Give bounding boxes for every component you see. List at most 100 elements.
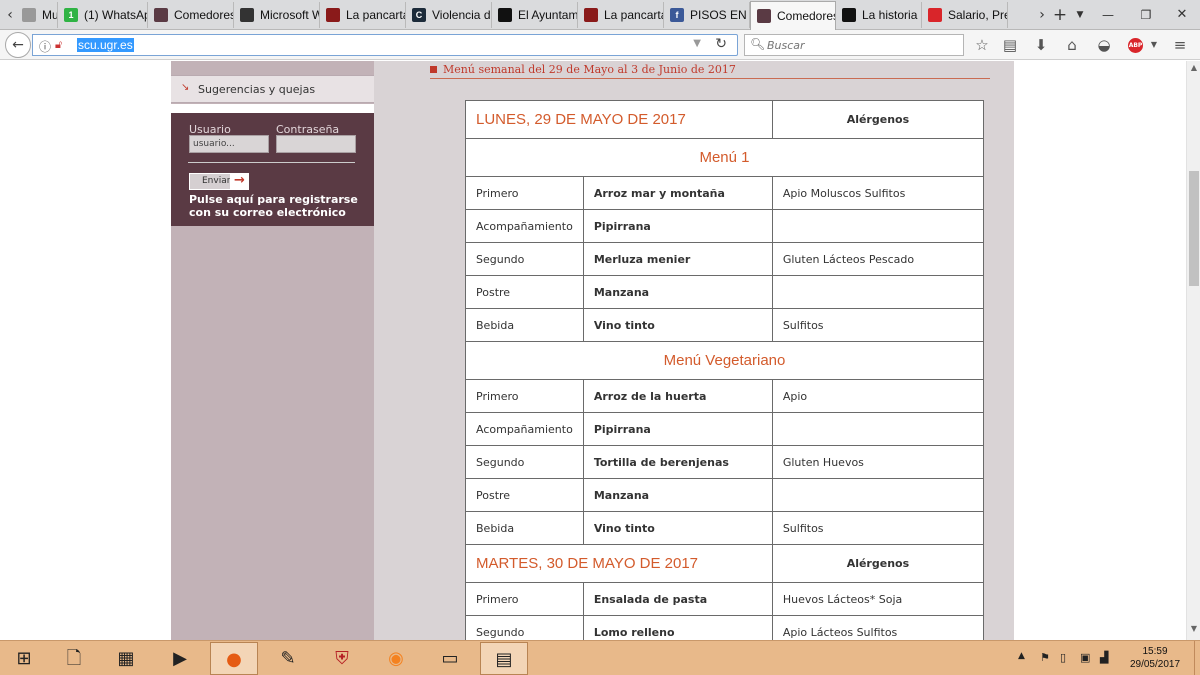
title-bullet-icon — [430, 66, 437, 73]
url-text[interactable]: scu.ugr.es — [77, 38, 134, 52]
username-field[interactable]: usuario... — [189, 135, 269, 153]
tab-label: Comedores — [777, 9, 836, 23]
tab-favicon-icon: f — [670, 8, 684, 22]
page-title-text: Menú semanal del 29 de Mayo al 3 de Juni… — [443, 63, 736, 76]
downloads-icon[interactable]: ⬇ — [1031, 36, 1051, 54]
allergens-header: Alérgenos — [771, 100, 985, 139]
allergens-cell — [771, 275, 985, 309]
dish-cell: Manzana — [582, 478, 773, 512]
notepad-icon[interactable]: ▤ — [480, 642, 528, 675]
tab-4[interactable]: Microsoft W — [234, 2, 320, 28]
dish-cell: Arroz mar y montaña — [582, 176, 773, 210]
reading-list-icon[interactable]: ▤ — [1000, 36, 1020, 54]
course-cell: Acompañamiento — [465, 412, 584, 446]
day-header-row: MARTES, 30 DE MAYO DE 2017 Alérgenos — [465, 544, 985, 583]
url-history-dropdown-icon[interactable]: ▼ — [693, 38, 701, 49]
monitor-icon[interactable]: ▣ — [1080, 651, 1090, 664]
url-bar[interactable]: ⓘ 🔓︎ scu.ugr.es ▼ ↻ — [32, 34, 738, 56]
sidebar-item-suggestions[interactable]: ↘ Sugerencias y quejas — [171, 75, 374, 103]
tab-label: Comedores — [174, 8, 234, 22]
dish-cell: Vino tinto — [582, 511, 773, 545]
scroll-up-icon[interactable]: ▲ — [1187, 63, 1200, 77]
allergens-cell: Gluten Huevos — [771, 445, 985, 479]
search-bar[interactable]: 🔍︎ — [744, 34, 964, 56]
course-cell: Segundo — [465, 242, 584, 276]
allergens-header: Alérgenos — [771, 544, 985, 583]
site-info-icon[interactable]: ⓘ — [39, 38, 51, 55]
adblock-dropdown-icon[interactable]: ▼ — [1144, 36, 1164, 54]
document-app-icon[interactable]: 🗋︎ — [50, 642, 98, 675]
avast-icon[interactable]: ◉ — [372, 642, 420, 675]
tabs-scroll-right-icon[interactable]: › — [1032, 4, 1052, 26]
back-button[interactable]: ← — [5, 32, 31, 58]
file-explorer-icon[interactable]: ▦ — [102, 642, 150, 675]
register-link[interactable]: Pulse aquí para registrarse con su corre… — [189, 193, 369, 219]
tab-2[interactable]: 1 (1) WhatsApp — [58, 2, 148, 28]
pocket-icon[interactable]: ◒ — [1094, 36, 1114, 54]
tab-list-dropdown-icon[interactable]: ▼ — [1070, 4, 1090, 26]
allergens-cell — [771, 478, 985, 512]
clock-time: 15:59 — [1142, 646, 1168, 657]
tab-favicon-icon — [240, 8, 254, 22]
show-desktop-button[interactable] — [1194, 641, 1200, 675]
dish-cell: Lomo relleno — [582, 615, 773, 640]
arrow-right-icon: → — [230, 173, 249, 190]
maximize-window-icon[interactable]: ❐ — [1136, 4, 1156, 26]
tab-6[interactable]: C Violencia d — [406, 2, 492, 28]
allergens-cell — [771, 412, 985, 446]
allergens-cell: Apio Moluscos Sulfitos — [771, 176, 985, 210]
mcafee-icon[interactable]: ⛨ — [318, 642, 366, 675]
firefox-icon[interactable]: ● — [210, 642, 258, 675]
tab-favicon-icon — [498, 8, 512, 22]
windows-start-icon[interactable]: ⊞ — [0, 642, 48, 675]
weekly-menu-table: LUNES, 29 DE MAYO DE 2017 Alérgenos Menú 1… — [465, 100, 985, 640]
hamburger-menu-icon[interactable]: ≡ — [1170, 36, 1190, 54]
dish-cell: Manzana — [582, 275, 773, 309]
tab-label: El Ayuntam — [518, 8, 578, 22]
home-icon[interactable]: ⌂ — [1062, 36, 1082, 54]
system-monitor-icon[interactable]: ▭ — [426, 642, 474, 675]
new-tab-button[interactable]: + — [1050, 4, 1070, 26]
insecure-connection-icon[interactable]: 🔓︎ — [55, 38, 62, 52]
tab-11[interactable]: La historia — [836, 2, 922, 28]
bookmark-star-icon[interactable]: ☆ — [972, 36, 992, 54]
paint-icon[interactable]: ✎ — [264, 642, 312, 675]
day-header-row: LUNES, 29 DE MAYO DE 2017 Alérgenos — [465, 100, 985, 139]
tab-favicon-icon — [326, 8, 340, 22]
table-row: Primero Arroz mar y montaña Apio Moluscos … — [465, 176, 985, 210]
allergens-cell: Sulfitos — [771, 308, 985, 342]
allergens-cell — [771, 209, 985, 243]
search-input[interactable] — [767, 37, 957, 53]
password-field[interactable] — [276, 135, 356, 153]
tab-label: PISOS EN G — [690, 8, 749, 22]
sidebar-item-label: Sugerencias y quejas — [198, 83, 316, 96]
tab-10[interactable]: Comedores✕ — [750, 1, 836, 30]
media-player-icon[interactable]: ▶ — [156, 642, 204, 675]
table-row: Primero Ensalada de pasta Huevos Lácteos* … — [465, 582, 985, 616]
tab-7[interactable]: El Ayuntam — [492, 2, 578, 28]
tab-1[interactable]: Mujer — [16, 2, 58, 28]
dish-cell: Arroz de la huerta — [582, 379, 773, 413]
minimize-window-icon[interactable]: — — [1098, 4, 1118, 26]
signal-icon[interactable]: ▟ — [1100, 651, 1108, 664]
tab-3[interactable]: Comedores — [148, 2, 234, 28]
tab-8[interactable]: La pancarta — [578, 2, 664, 28]
tray-expand-icon[interactable]: ▲ — [1018, 651, 1025, 661]
adblock-plus-icon[interactable]: ABP — [1128, 38, 1143, 53]
tab-label: Salario, Pre — [948, 8, 1008, 22]
flag-icon[interactable]: ⚑ — [1040, 651, 1050, 664]
send-button[interactable]: Enviar → — [189, 173, 249, 190]
scrollbar-thumb[interactable] — [1189, 171, 1199, 286]
tab-9[interactable]: f PISOS EN G — [664, 2, 750, 28]
tab-5[interactable]: La pancarta — [320, 2, 406, 28]
dish-cell: Pipirrana — [582, 412, 773, 446]
battery-icon[interactable]: ▯ — [1060, 651, 1066, 664]
dish-cell: Pipirrana — [582, 209, 773, 243]
reload-icon[interactable]: ↻ — [715, 36, 727, 52]
vertical-scrollbar[interactable]: ▲ ▼ — [1186, 61, 1200, 640]
system-clock[interactable]: 15:59 29/05/2017 — [1128, 645, 1182, 671]
page-content: ↘ Sugerencias y quejas Usuario Contraseñ… — [0, 61, 1186, 640]
close-window-icon[interactable]: ✕ — [1172, 4, 1192, 26]
tab-12[interactable]: Salario, Pre — [922, 2, 1008, 28]
scroll-down-icon[interactable]: ▼ — [1187, 624, 1200, 638]
